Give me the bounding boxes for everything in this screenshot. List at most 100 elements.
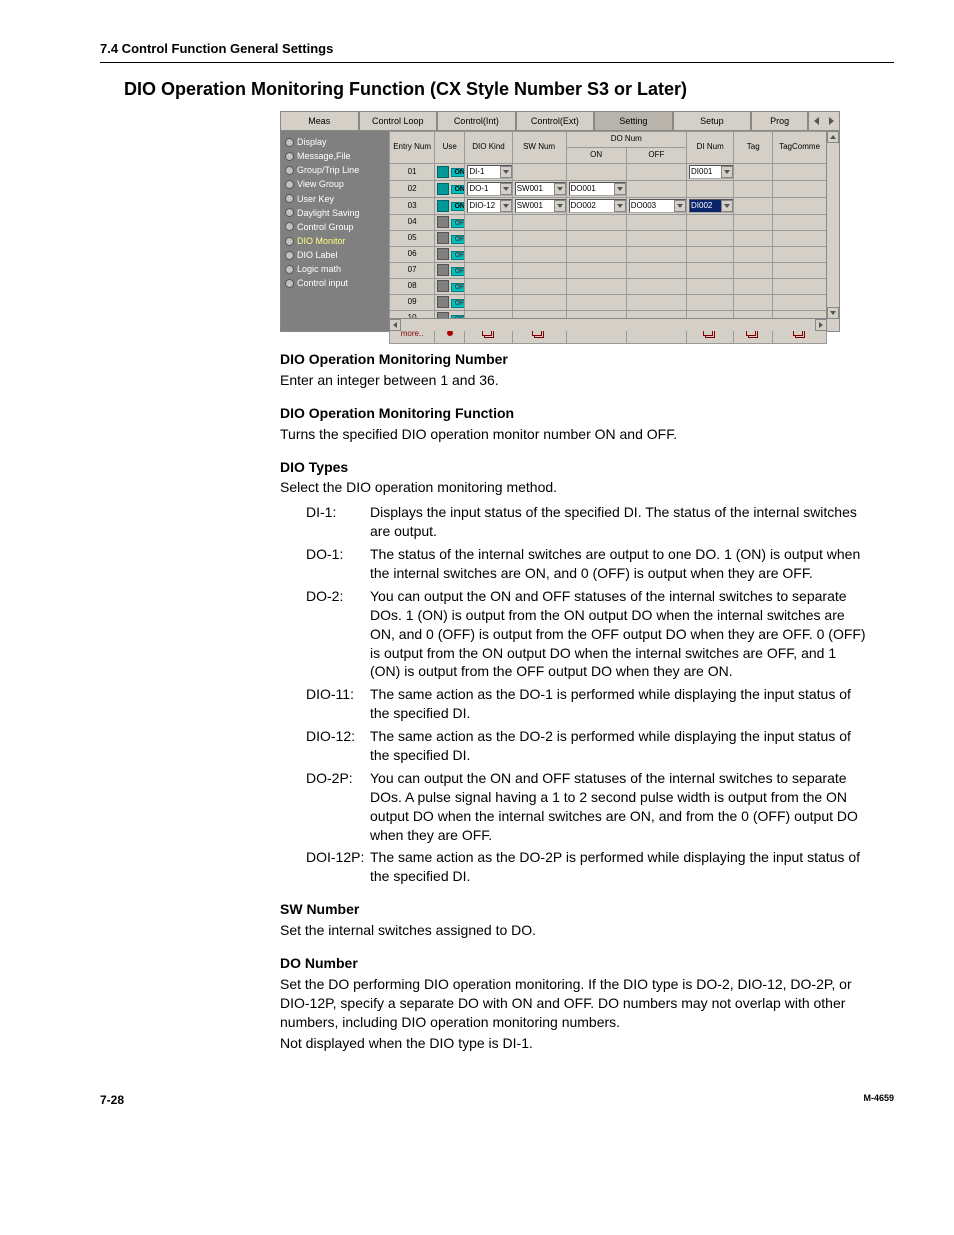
cell-sw xyxy=(512,230,566,246)
dropdown[interactable]: SW001 xyxy=(515,199,566,213)
cell-tagc xyxy=(773,163,827,180)
cell-sw xyxy=(512,163,566,180)
dropdown-button[interactable] xyxy=(554,200,566,212)
tab-setting[interactable]: Setting xyxy=(594,111,673,130)
vertical-scrollbar[interactable] xyxy=(826,131,839,319)
cell-off[interactable]: DO003 xyxy=(626,197,686,214)
checkbox[interactable] xyxy=(437,216,449,228)
sidebar-item-control-input[interactable]: Control input xyxy=(285,276,385,290)
dio-type-row: DIO-11:The same action as the DO-1 is pe… xyxy=(306,685,870,723)
cell-kind[interactable]: DIO-12 xyxy=(465,197,512,214)
scroll-down-button[interactable] xyxy=(827,307,839,319)
sidebar-item-message-file[interactable]: Message,File xyxy=(285,149,385,163)
cell-use[interactable]: OFF xyxy=(435,246,465,262)
cell-use[interactable]: OFF xyxy=(435,230,465,246)
text-do-number-2: Not displayed when the DIO type is DI-1. xyxy=(280,1034,870,1053)
dropdown[interactable]: DO002 xyxy=(569,199,627,213)
tab-prog[interactable]: Prog xyxy=(751,111,808,130)
dropdown-button[interactable] xyxy=(500,166,512,178)
cell-sw xyxy=(512,214,566,230)
dropdown[interactable]: DO-1 xyxy=(467,182,512,196)
tab-setup[interactable]: Setup xyxy=(673,111,752,130)
app-screenshot: Meas Control Loop Control(Int) Control(E… xyxy=(280,111,840,332)
scroll-up-button[interactable] xyxy=(827,131,839,143)
cell-use[interactable]: ON xyxy=(435,163,465,180)
dropdown-button[interactable] xyxy=(674,200,686,212)
dropdown-button[interactable] xyxy=(554,183,566,195)
checkbox[interactable] xyxy=(437,248,449,260)
cell-di xyxy=(687,278,734,294)
sidebar-item-display[interactable]: Display xyxy=(285,135,385,149)
bullet-icon xyxy=(285,279,294,288)
cell-sw[interactable]: SW001 xyxy=(512,197,566,214)
dropdown[interactable]: SW001 xyxy=(515,182,566,196)
dio-type-label: DO-1: xyxy=(306,545,370,583)
dropdown[interactable]: DI002 xyxy=(689,199,734,213)
dropdown-button[interactable] xyxy=(614,200,626,212)
sidebar-item-daylight[interactable]: Daylight Saving xyxy=(285,206,385,220)
use-badge: OFF xyxy=(451,235,464,244)
sidebar-label: Display xyxy=(297,136,327,148)
dio-grid: Entry Num Use DIO Kind SW Num DO Num DI … xyxy=(389,131,827,344)
checkbox[interactable] xyxy=(437,183,449,195)
dropdown[interactable]: DIO-12 xyxy=(467,199,512,213)
scroll-right-button[interactable] xyxy=(815,319,827,331)
cell-kind xyxy=(465,246,512,262)
dropdown-value: DIO-12 xyxy=(469,201,495,212)
sidebar-item-control-group[interactable]: Control Group xyxy=(285,220,385,234)
bullet-icon xyxy=(285,208,294,217)
sidebar-item-view-group[interactable]: View Group xyxy=(285,177,385,191)
arrow-down-icon xyxy=(724,204,730,208)
arrow-left-icon xyxy=(814,117,819,125)
sidebar-item-dio-monitor[interactable]: DIO Monitor xyxy=(285,234,385,248)
cell-on[interactable]: DO002 xyxy=(566,197,626,214)
cell-kind[interactable]: DO-1 xyxy=(465,180,512,197)
checkbox[interactable] xyxy=(437,280,449,292)
cell-off xyxy=(626,230,686,246)
dropdown[interactable]: DI001 xyxy=(689,165,734,179)
sidebar-item-logic-math[interactable]: Logic math xyxy=(285,262,385,276)
cell-di[interactable]: DI002 xyxy=(687,197,734,214)
tab-control-loop[interactable]: Control Loop xyxy=(359,111,438,130)
tab-meas[interactable]: Meas xyxy=(280,111,359,130)
dropdown-button[interactable] xyxy=(614,183,626,195)
dropdown[interactable]: DI-1 xyxy=(467,165,512,179)
bullet-icon xyxy=(285,194,294,203)
sidebar-item-group-trip[interactable]: Group/Trip Line xyxy=(285,163,385,177)
tab-nav-arrows[interactable] xyxy=(808,111,840,130)
text-dio-number: Enter an integer between 1 and 36. xyxy=(280,371,870,390)
cell-kind[interactable]: DI-1 xyxy=(465,163,512,180)
cell-di xyxy=(687,180,734,197)
cell-tag xyxy=(734,180,773,197)
cell-use[interactable]: OFF xyxy=(435,278,465,294)
scroll-left-button[interactable] xyxy=(389,319,401,331)
checkbox[interactable] xyxy=(437,232,449,244)
cell-use[interactable]: OFF xyxy=(435,262,465,278)
dropdown-button[interactable] xyxy=(500,183,512,195)
cell-entry: 05 xyxy=(390,230,435,246)
page-number: 7-28 xyxy=(100,1092,124,1108)
tab-control-int[interactable]: Control(Int) xyxy=(437,111,516,130)
cell-di[interactable]: DI001 xyxy=(687,163,734,180)
dropdown-button[interactable] xyxy=(721,166,733,178)
horizontal-scrollbar[interactable] xyxy=(389,318,827,331)
arrow-left-icon xyxy=(393,322,397,328)
cell-entry: 06 xyxy=(390,246,435,262)
cell-use[interactable]: OFF xyxy=(435,214,465,230)
cell-use[interactable]: ON xyxy=(435,180,465,197)
dropdown-button[interactable] xyxy=(721,200,733,212)
sidebar-item-user-key[interactable]: User Key xyxy=(285,192,385,206)
cell-sw[interactable]: SW001 xyxy=(512,180,566,197)
checkbox[interactable] xyxy=(437,166,449,178)
tab-control-ext[interactable]: Control(Ext) xyxy=(516,111,595,130)
sidebar-item-dio-label[interactable]: DIO Label xyxy=(285,248,385,262)
dropdown[interactable]: DO003 xyxy=(629,199,687,213)
checkbox[interactable] xyxy=(437,200,449,212)
checkbox[interactable] xyxy=(437,264,449,276)
cell-use[interactable]: ON xyxy=(435,197,465,214)
cell-on[interactable]: DO001 xyxy=(566,180,626,197)
cell-use[interactable]: OFF xyxy=(435,294,465,310)
checkbox[interactable] xyxy=(437,296,449,308)
dropdown[interactable]: DO001 xyxy=(569,182,627,196)
dropdown-button[interactable] xyxy=(500,200,512,212)
